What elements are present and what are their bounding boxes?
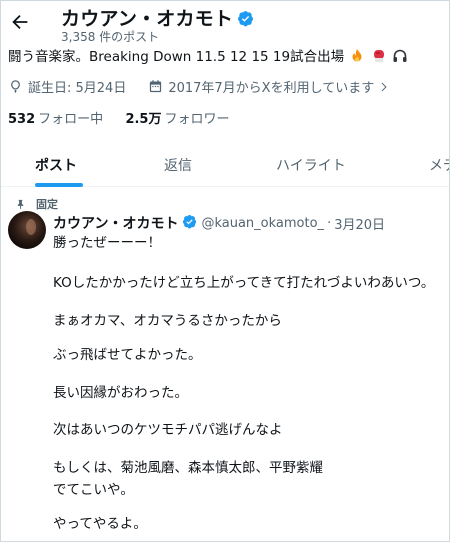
pinned-label: 固定 [17, 196, 58, 212]
tweet-handle[interactable]: @kauan_okamoto_ [201, 216, 324, 231]
tweet-line: 長い因縁がおわった。 [53, 385, 188, 401]
verified-badge-icon [237, 10, 254, 32]
following-label: フォロー中 [38, 112, 104, 127]
tweet-line: 勝ったぜーーー！ [53, 235, 161, 251]
display-name-text: カウアン・オカモト [61, 8, 234, 30]
tab-highlights[interactable]: ハイライト [276, 155, 346, 175]
profile-tabs: ポスト 返信 ハイライト メデ [1, 139, 449, 187]
tweet-date[interactable]: 3月20日 [334, 214, 385, 233]
tweet-line: でてこいや。 [53, 482, 134, 498]
pin-icon [17, 199, 24, 209]
back-arrow-icon[interactable] [9, 11, 31, 33]
tab-media[interactable]: メデ [429, 155, 449, 175]
tab-replies[interactable]: 返信 [164, 155, 192, 175]
tweet-line: もしくは、菊池風磨、森本慎太郎、平野紫耀 [53, 460, 323, 476]
tweet-line: ぶっ飛ばせてよかった。 [53, 347, 202, 363]
separator-dot: · [327, 215, 332, 231]
tweet-line: 次はあいつのケツモチパパ逃げんなよ [53, 422, 283, 438]
chevron-right-icon [381, 82, 387, 91]
balloon-icon [11, 80, 20, 94]
verified-badge-icon [182, 214, 197, 233]
birthday-text: 誕生日: 5月24日 [28, 81, 127, 96]
birthday-item: 誕生日: 5月24日 [8, 77, 126, 96]
boxing-glove-emoji-icon [373, 50, 384, 62]
tweet-author-name[interactable]: カウアン・オカモト [53, 213, 178, 233]
fire-emoji-icon [352, 49, 362, 62]
calendar-icon [150, 80, 162, 93]
follow-stats: 532 フォロー中 2.5万 フォロワー [8, 108, 229, 127]
profile-bio: 闘う音楽家。Breaking Down 11.5 12 15 19試合出場 [8, 45, 408, 65]
following-link[interactable]: 532 フォロー中 [8, 112, 103, 127]
post-count: 3,358 件のポスト [61, 30, 160, 44]
followers-count: 2.5万 [125, 112, 162, 127]
tweet-line: まぁオカマ、オカマうるさかったから [53, 313, 282, 329]
followers-label: フォロワー [164, 112, 230, 127]
active-tab-indicator [35, 183, 83, 187]
joined-text: 2017年7月からXを利用しています [168, 81, 375, 96]
tab-posts[interactable]: ポスト [35, 155, 77, 175]
headphones-emoji-icon [393, 49, 407, 62]
followers-link[interactable]: 2.5万 フォロワー [125, 112, 229, 127]
bio-text: 闘う音楽家。Breaking Down 11.5 12 15 19試合出場 [8, 49, 345, 65]
tweet-header: カウアン・オカモト @kauan_okamoto_ · 3月20日 [53, 213, 385, 233]
tweet-line: KOしたかかったけど立ち上がってきて打たれづよいわあいつ。 [53, 275, 435, 291]
profile-page: カウアン・オカモト 3,358 件のポスト 闘う音楽家。Breaking Dow… [0, 0, 450, 542]
following-count: 532 [8, 112, 36, 127]
tweet-line: やってやるよ。 [53, 516, 147, 532]
profile-meta: 誕生日: 5月24日 2017年7月からXを利用しています [8, 77, 395, 96]
pinned-text: 固定 [36, 198, 58, 211]
joined-item[interactable]: 2017年7月からXを利用しています [148, 77, 395, 96]
avatar[interactable] [8, 211, 46, 249]
